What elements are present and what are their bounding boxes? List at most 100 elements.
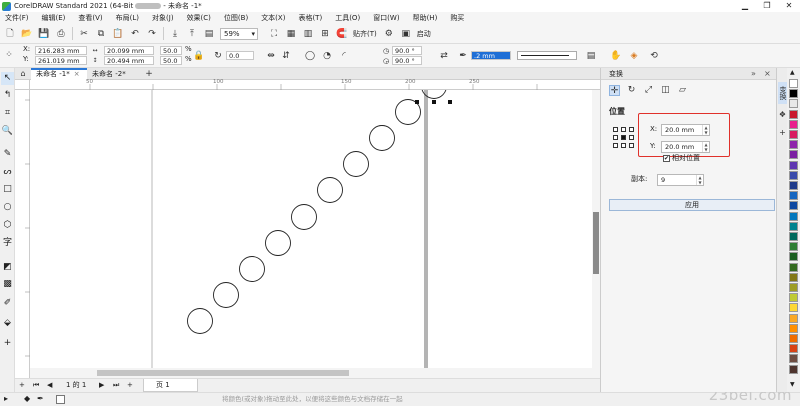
- menu-table[interactable]: 表格(T): [298, 13, 322, 23]
- color-swatch[interactable]: [789, 150, 798, 160]
- artistic-media-icon[interactable]: ᔕ: [1, 166, 14, 179]
- end-angle-field[interactable]: 90.0 °: [392, 56, 422, 65]
- color-swatch[interactable]: [789, 89, 798, 99]
- spinner-arrows-icon[interactable]: ▲ ▼: [702, 125, 709, 135]
- circle-copy[interactable]: [317, 177, 343, 203]
- mirror-vertical-icon[interactable]: ⇵: [280, 50, 292, 62]
- vertical-ruler[interactable]: [15, 90, 30, 378]
- selection-handle[interactable]: [432, 100, 436, 104]
- docker-collapse-icon[interactable]: »: [751, 68, 756, 80]
- home-icon[interactable]: ⌂: [17, 68, 29, 80]
- add-docker-icon[interactable]: +: [778, 128, 787, 137]
- horizontal-ruler[interactable]: 50 100 150 200 250: [30, 79, 600, 90]
- restore-button[interactable]: ❐: [756, 0, 778, 12]
- scale-mode-icon[interactable]: ⤢: [643, 85, 654, 96]
- color-swatch[interactable]: [789, 354, 798, 364]
- menu-tools[interactable]: 工具(O): [335, 13, 360, 23]
- paste-icon[interactable]: 📋: [112, 28, 124, 40]
- shape-tool-icon[interactable]: ↰: [1, 89, 14, 102]
- side-tab-transform[interactable]: 变换: [778, 82, 787, 104]
- crop-tool-icon[interactable]: ⌗: [1, 107, 14, 120]
- anchor-point[interactable]: [613, 127, 618, 132]
- open-folder-icon[interactable]: 📂: [21, 28, 33, 40]
- mirror-horizontal-icon[interactable]: ⇹: [265, 50, 277, 62]
- eyedropper-icon[interactable]: ✐: [1, 297, 14, 310]
- quick-customize-icon[interactable]: ✋: [610, 50, 622, 62]
- minimize-button[interactable]: ▁: [734, 0, 756, 12]
- show-grid-icon[interactable]: ▥: [302, 28, 314, 40]
- color-swatch[interactable]: [789, 242, 798, 252]
- color-swatch[interactable]: [789, 191, 798, 201]
- object-position-anchor-icon[interactable]: ⁘: [3, 49, 15, 61]
- color-swatch[interactable]: [789, 262, 798, 272]
- spinner-arrows-icon[interactable]: ▲ ▼: [696, 175, 703, 185]
- circle-copy[interactable]: [213, 282, 239, 308]
- color-swatch[interactable]: [789, 170, 798, 180]
- color-swatch[interactable]: [789, 252, 798, 262]
- anchor-point-grid[interactable]: [613, 127, 634, 148]
- wrap-text-icon[interactable]: ▤: [585, 50, 597, 62]
- copy-icon[interactable]: ⧉: [95, 28, 107, 40]
- start-angle-field[interactable]: 90.0 °: [392, 46, 422, 55]
- save-icon[interactable]: 💾: [38, 28, 50, 40]
- menu-file[interactable]: 文件(F): [5, 13, 29, 23]
- horizontal-scrollbar[interactable]: [30, 368, 600, 378]
- first-page-icon[interactable]: ⏮: [33, 379, 39, 392]
- polygon-tool-icon[interactable]: ⬡: [1, 219, 14, 232]
- to-front-icon[interactable]: ◈: [628, 50, 640, 62]
- color-swatch[interactable]: [789, 221, 798, 231]
- height-field[interactable]: 20.494 mm: [104, 56, 154, 65]
- menu-effects[interactable]: 效果(C): [187, 13, 211, 23]
- color-swatch[interactable]: [789, 160, 798, 170]
- last-page-icon[interactable]: ⏭: [113, 379, 119, 392]
- pick-tool-icon[interactable]: ↖: [1, 72, 14, 85]
- color-swatch[interactable]: [789, 283, 798, 292]
- launch-icon[interactable]: ▣: [400, 28, 412, 40]
- y-position-input[interactable]: 20.0 mm ▲ ▼: [661, 141, 710, 153]
- line-style-select[interactable]: [517, 51, 577, 60]
- circle-copy[interactable]: [343, 151, 369, 177]
- ruler-origin[interactable]: [15, 80, 30, 90]
- color-swatch[interactable]: [789, 364, 798, 374]
- close-tab-icon[interactable]: ×: [74, 70, 80, 78]
- rectangle-tool-icon[interactable]: □: [1, 183, 14, 196]
- rotate-mode-icon[interactable]: ↻: [626, 85, 637, 96]
- scale-width-field[interactable]: 50.0: [160, 46, 182, 55]
- full-screen-icon[interactable]: ⛶: [268, 28, 280, 40]
- copies-input[interactable]: 9 ▲ ▼: [657, 174, 704, 186]
- anchor-point[interactable]: [629, 127, 634, 132]
- pie-mode-icon[interactable]: ◔: [321, 50, 333, 62]
- color-swatch[interactable]: [789, 119, 798, 129]
- anchor-point[interactable]: [621, 143, 626, 148]
- freehand-tool-icon[interactable]: ✎: [1, 148, 14, 161]
- apply-button[interactable]: 应用: [609, 199, 775, 211]
- circle-copy[interactable]: [369, 125, 395, 151]
- import-icon[interactable]: ⤓: [169, 28, 181, 40]
- menu-view[interactable]: 查看(V): [78, 13, 102, 23]
- scrollbar-thumb[interactable]: [97, 370, 349, 376]
- add-page-icon[interactable]: +: [19, 379, 25, 392]
- text-tool-icon[interactable]: 字: [1, 237, 14, 250]
- menu-window[interactable]: 窗口(W): [373, 13, 399, 23]
- anchor-point-selected[interactable]: [621, 135, 626, 140]
- anchor-point[interactable]: [629, 135, 634, 140]
- color-swatch[interactable]: [789, 181, 798, 190]
- circle-copy[interactable]: [291, 204, 317, 230]
- color-swatch[interactable]: [789, 109, 798, 119]
- menu-bitmaps[interactable]: 位图(B): [224, 13, 248, 23]
- eyedropper-small-icon[interactable]: ✒: [37, 394, 44, 403]
- add-tab-icon[interactable]: +: [143, 68, 155, 80]
- tab-document-1[interactable]: 未命名 -1* ×: [31, 68, 87, 80]
- color-swatch[interactable]: [789, 201, 798, 211]
- color-swatch[interactable]: [789, 344, 798, 354]
- cut-icon[interactable]: ✂: [78, 28, 90, 40]
- color-swatch[interactable]: [789, 79, 798, 88]
- color-swatch[interactable]: [789, 232, 798, 241]
- snap-icon[interactable]: 🧲: [336, 28, 348, 40]
- zoom-level-select[interactable]: 59%: [220, 27, 258, 40]
- menu-edit[interactable]: 编辑(E): [42, 13, 66, 23]
- circle-copy[interactable]: [187, 308, 213, 334]
- arc-mode-icon[interactable]: ◜: [338, 50, 350, 62]
- color-swatch[interactable]: [789, 272, 798, 282]
- direction-icon[interactable]: ⇄: [438, 50, 450, 62]
